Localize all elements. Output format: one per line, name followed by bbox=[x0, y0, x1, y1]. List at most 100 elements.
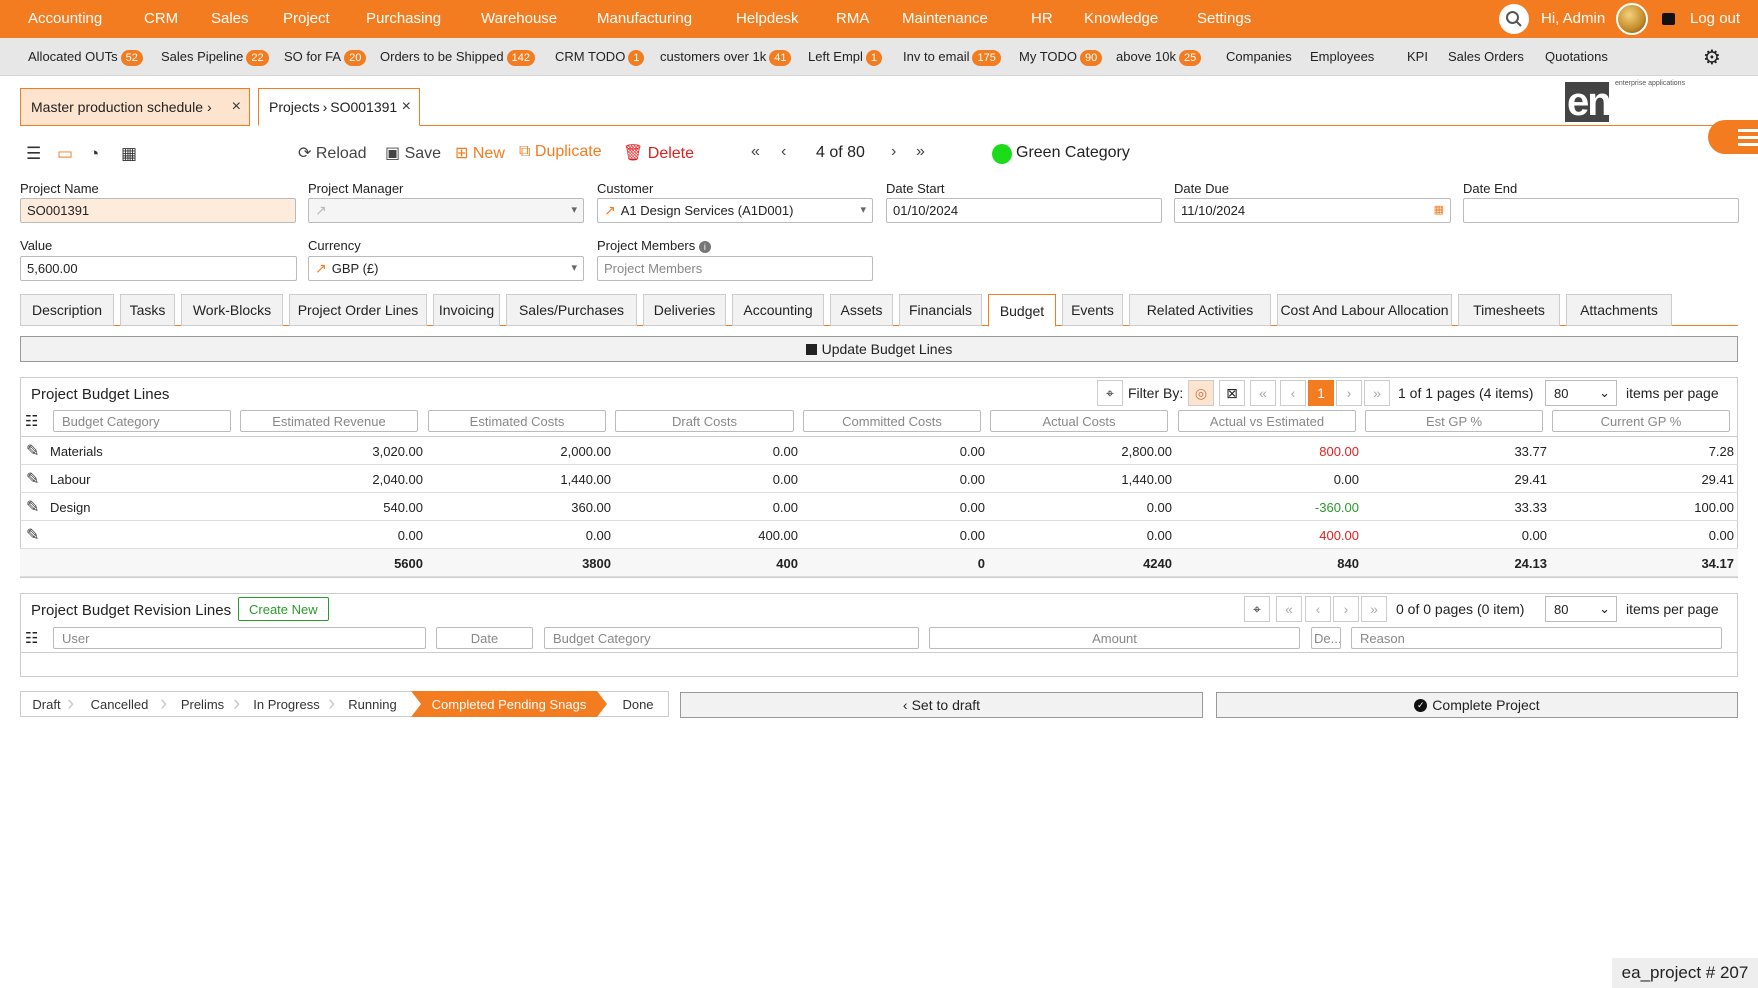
favorite-item[interactable]: Left Empl 1 bbox=[808, 49, 883, 66]
first-page-button[interactable]: « bbox=[1276, 596, 1302, 622]
revision-filter-amount[interactable]: Amount bbox=[929, 627, 1300, 649]
first-page-button[interactable]: « bbox=[1250, 380, 1276, 406]
revision-filter-budget-category[interactable]: Budget Category bbox=[544, 627, 919, 649]
locate-icon[interactable]: ⌖ bbox=[1097, 380, 1123, 406]
favorite-item[interactable]: Sales Pipeline 22 bbox=[161, 49, 269, 66]
duplicate-button[interactable]: ⧉ Duplicate bbox=[519, 143, 602, 161]
prev-page-button[interactable]: ‹ bbox=[1305, 596, 1331, 622]
stage-draft[interactable]: Draft bbox=[20, 691, 73, 717]
tab-related-activities[interactable]: Related Activities bbox=[1129, 294, 1271, 326]
tab-cost-and-labour-allocation[interactable]: Cost And Labour Allocation bbox=[1277, 294, 1452, 326]
tab-description[interactable]: Description bbox=[20, 294, 114, 326]
nav-helpdesk[interactable]: Helpdesk bbox=[736, 10, 799, 27]
tab-invoicing[interactable]: Invoicing bbox=[433, 294, 500, 326]
window-tab-projects[interactable]: Projects › SO001391 × bbox=[258, 88, 420, 126]
stage-done[interactable]: Done bbox=[607, 691, 669, 717]
column-chooser-icon[interactable]: ☷ bbox=[25, 629, 38, 647]
favorite-item[interactable]: Orders to be Shipped 142 bbox=[380, 49, 535, 66]
tab-tasks[interactable]: Tasks bbox=[120, 294, 175, 326]
stage-in-progress[interactable]: In Progress bbox=[239, 691, 334, 717]
revision-filter-date[interactable]: Date bbox=[436, 627, 533, 649]
form-view-icon[interactable]: ▭ bbox=[57, 144, 73, 164]
tab-financials[interactable]: Financials bbox=[899, 294, 982, 326]
nav-settings[interactable]: Settings bbox=[1197, 10, 1251, 27]
last-page-button[interactable]: » bbox=[1364, 380, 1390, 406]
tab-timesheets[interactable]: Timesheets bbox=[1458, 294, 1560, 326]
tab-accounting[interactable]: Accounting bbox=[732, 294, 824, 326]
table-row[interactable]: ✎ Materials 3,020.00 2,000.00 0.00 0.00 2,800.… bbox=[20, 437, 1738, 465]
close-icon[interactable]: × bbox=[402, 98, 411, 116]
nav-rma[interactable]: RMA bbox=[836, 10, 869, 27]
date-end-field[interactable] bbox=[1463, 198, 1739, 223]
column-filter-est-gp-[interactable]: Est GP % bbox=[1365, 410, 1543, 432]
delete-button[interactable]: 🗑 Delete bbox=[623, 143, 694, 163]
date-start-field[interactable]: 01/10/2024 bbox=[886, 198, 1162, 223]
calendar-icon[interactable]: ▦ bbox=[1434, 203, 1444, 216]
tab-budget[interactable]: Budget bbox=[988, 294, 1056, 327]
logout-icon[interactable] bbox=[1662, 13, 1675, 25]
column-chooser-icon[interactable]: ☷ bbox=[25, 412, 38, 430]
revision-filter-de-[interactable]: De... bbox=[1311, 627, 1341, 649]
clear-filter-icon[interactable]: ⊠ bbox=[1219, 380, 1245, 406]
nav-crm[interactable]: CRM bbox=[144, 10, 178, 27]
favorite-item[interactable]: My TODO 90 bbox=[1019, 49, 1103, 66]
tab-attachments[interactable]: Attachments bbox=[1566, 294, 1672, 326]
column-filter-estimated-revenue[interactable]: Estimated Revenue bbox=[240, 410, 418, 432]
favorite-item[interactable]: above 10k 25 bbox=[1116, 49, 1202, 66]
last-record-button[interactable]: » bbox=[916, 143, 925, 161]
current-page-button[interactable]: 1 bbox=[1308, 380, 1334, 406]
menu-toggle-button[interactable] bbox=[1708, 120, 1758, 154]
stage-prelims[interactable]: Prelims bbox=[166, 691, 239, 717]
revision-filter-reason[interactable]: Reason bbox=[1351, 627, 1722, 649]
last-page-button[interactable]: » bbox=[1361, 596, 1387, 622]
search-button[interactable] bbox=[1499, 4, 1529, 34]
date-due-field[interactable]: 11/10/2024 ▦ bbox=[1174, 198, 1451, 223]
external-link-icon[interactable]: ↗ bbox=[315, 202, 327, 219]
revision-per-page-select[interactable]: 80 ⌄ bbox=[1545, 596, 1617, 622]
favorite-item[interactable]: Inv to email 175 bbox=[903, 49, 1001, 66]
update-budget-lines-button[interactable]: Update Budget Lines bbox=[20, 336, 1738, 362]
budget-per-page-select[interactable]: 80 ⌄ bbox=[1545, 380, 1617, 406]
tab-project-order-lines[interactable]: Project Order Lines bbox=[289, 294, 427, 326]
column-filter-budget-category[interactable]: Budget Category bbox=[53, 410, 231, 432]
nav-accounting[interactable]: Accounting bbox=[28, 10, 102, 27]
complete-project-button[interactable]: ✓ Complete Project bbox=[1216, 692, 1738, 718]
hide-filter-icon[interactable]: ◎ bbox=[1188, 380, 1214, 406]
first-record-button[interactable]: « bbox=[751, 143, 760, 161]
next-page-button[interactable]: › bbox=[1336, 380, 1362, 406]
save-button[interactable]: ▣ Save bbox=[385, 143, 441, 163]
logout-link[interactable]: Log out bbox=[1690, 10, 1740, 27]
favorite-item[interactable]: SO for FA 20 bbox=[284, 49, 367, 66]
table-row[interactable]: ✎ Labour 2,040.00 1,440.00 0.00 0.00 1,440.00 0… bbox=[20, 465, 1738, 493]
column-filter-estimated-costs[interactable]: Estimated Costs bbox=[428, 410, 606, 432]
new-button[interactable]: ⊞ New bbox=[455, 143, 505, 163]
column-filter-current-gp-[interactable]: Current GP % bbox=[1552, 410, 1730, 432]
revision-filter-user[interactable]: User bbox=[53, 627, 426, 649]
chart-view-icon[interactable]: ◔ bbox=[89, 144, 99, 164]
nav-warehouse[interactable]: Warehouse bbox=[481, 10, 557, 27]
edit-pencil-icon[interactable]: ✎ bbox=[26, 525, 39, 545]
table-row[interactable]: ✎ 0.00 0.00 400.00 0.00 0.00 400.00 0.00 0.00 bbox=[20, 521, 1738, 549]
prev-page-button[interactable]: ‹ bbox=[1280, 380, 1306, 406]
stage-cancelled[interactable]: Cancelled bbox=[73, 691, 166, 717]
external-link-icon[interactable]: ↗ bbox=[315, 260, 327, 277]
close-icon[interactable]: × bbox=[232, 98, 241, 116]
edit-pencil-icon[interactable]: ✎ bbox=[26, 497, 39, 517]
table-row[interactable]: ✎ Design 540.00 360.00 0.00 0.00 0.00 -360.00 33… bbox=[20, 493, 1738, 521]
info-icon[interactable]: i bbox=[698, 241, 711, 253]
value-field[interactable]: 5,600.00 bbox=[20, 256, 297, 281]
tab-work-blocks[interactable]: Work-Blocks bbox=[181, 294, 283, 326]
favorite-item[interactable]: KPI bbox=[1407, 49, 1428, 64]
project-name-field[interactable]: SO001391 bbox=[20, 198, 296, 223]
next-record-button[interactable]: › bbox=[891, 143, 896, 161]
column-filter-actual-vs-estimated[interactable]: Actual vs Estimated bbox=[1178, 410, 1356, 432]
nav-project[interactable]: Project bbox=[283, 10, 330, 27]
edit-pencil-icon[interactable]: ✎ bbox=[26, 441, 39, 461]
edit-pencil-icon[interactable]: ✎ bbox=[26, 469, 39, 489]
customer-select[interactable]: ↗ A1 Design Services (A1D001) ▾ bbox=[597, 198, 873, 223]
nav-manufacturing[interactable]: Manufacturing bbox=[597, 10, 692, 27]
nav-knowledge[interactable]: Knowledge bbox=[1084, 10, 1158, 27]
locate-icon[interactable]: ⌖ bbox=[1244, 596, 1270, 622]
favorite-item[interactable]: customers over 1k 41 bbox=[660, 49, 792, 66]
tab-sales-purchases[interactable]: Sales/Purchases bbox=[506, 294, 637, 326]
